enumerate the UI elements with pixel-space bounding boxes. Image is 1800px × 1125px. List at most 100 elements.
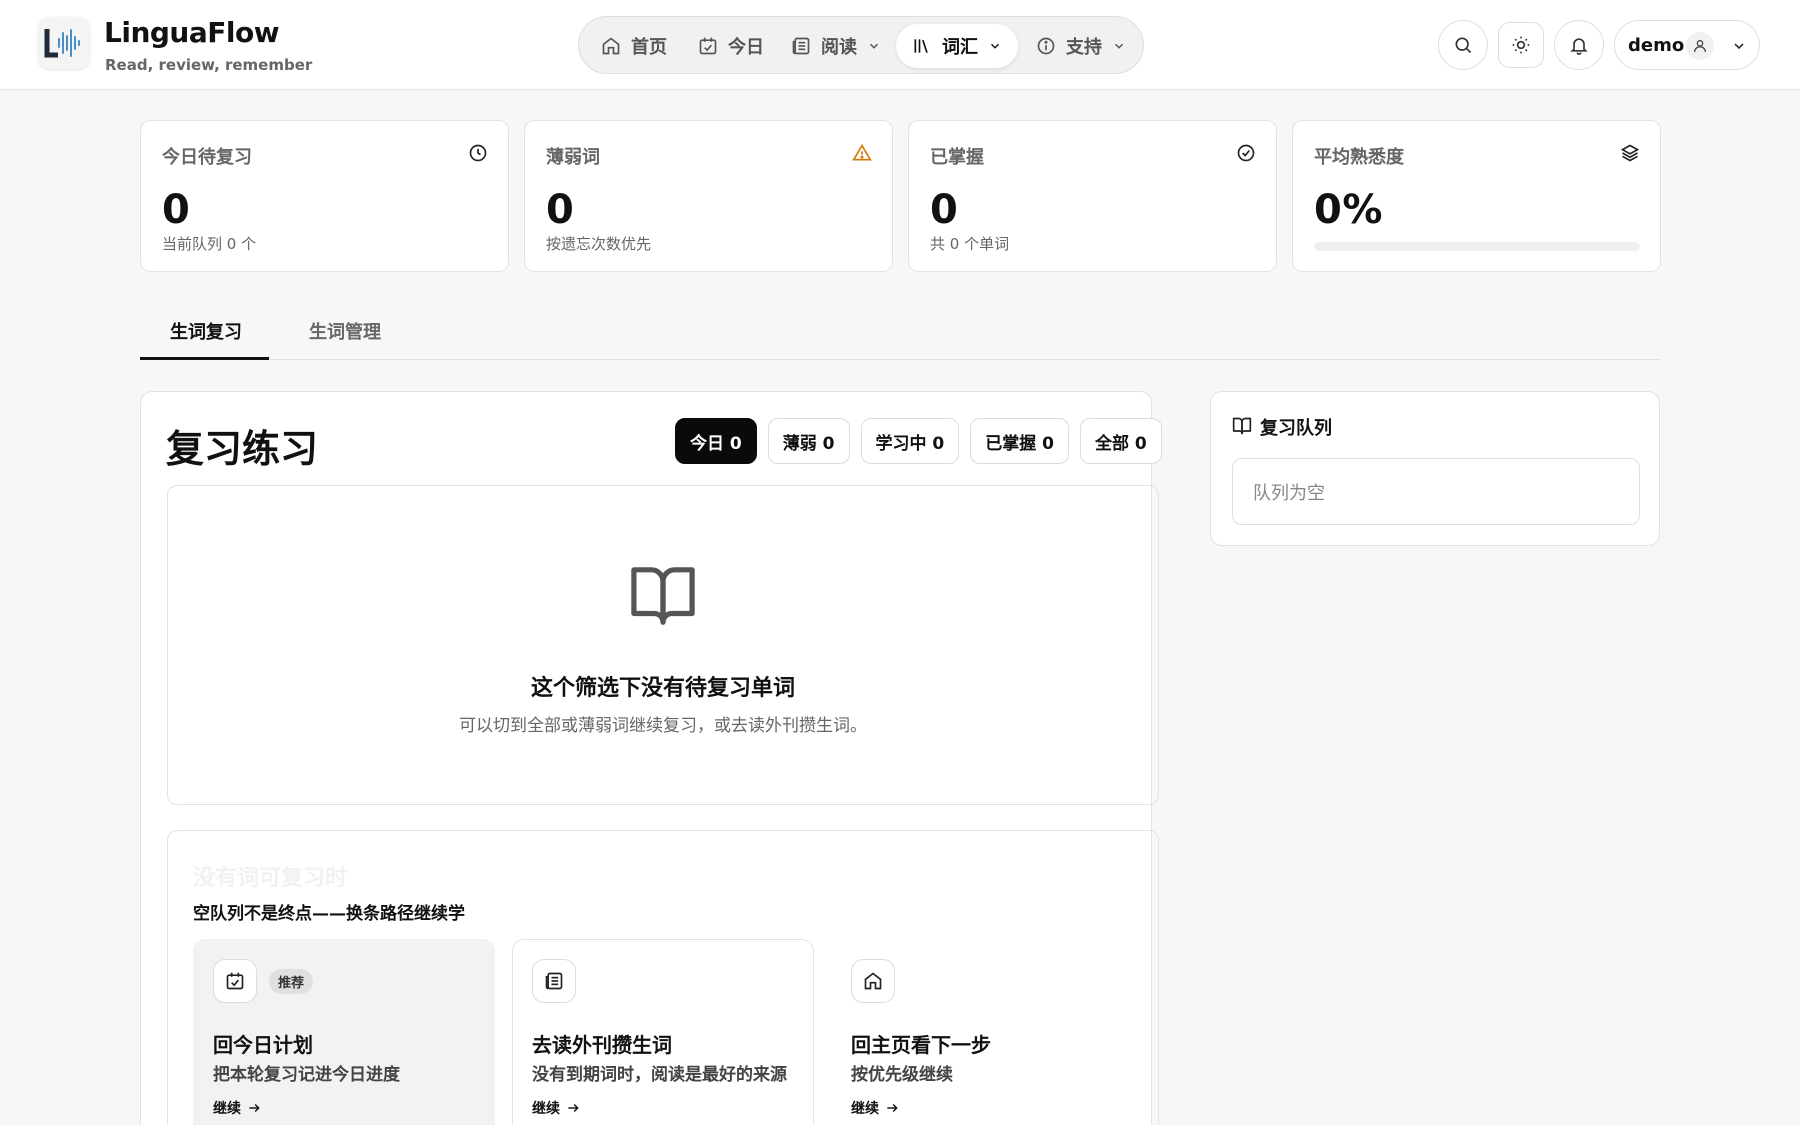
card-continue-link[interactable]: 继续 xyxy=(851,1098,899,1118)
tab-word-review[interactable]: 生词复习 xyxy=(170,318,242,344)
next-steps: 没有词可复习时 空队列不是终点——换条路径继续学 推荐 回今日计划 把本轮复习记… xyxy=(167,830,1159,1125)
user-menu-button[interactable]: demo xyxy=(1614,20,1760,70)
chevron-down-icon xyxy=(1114,43,1124,49)
nav-label-reading: 阅读 xyxy=(821,37,857,58)
card-icon xyxy=(851,959,895,1003)
filter-chips: 今日 0 薄弱 0 学习中 0 已掌握 0 全部 0 xyxy=(675,418,1162,464)
card-title: 回主页看下一步 xyxy=(851,1033,991,1057)
stat-note: 共 0 个单词 xyxy=(930,235,1010,253)
stat-title: 薄弱词 xyxy=(546,147,600,168)
newspaper-icon xyxy=(792,37,810,55)
open-book-icon xyxy=(1232,417,1252,435)
stat-title: 已掌握 xyxy=(930,147,984,168)
arrow-right-icon xyxy=(249,1103,260,1113)
sun-icon xyxy=(1512,36,1530,54)
nav-item-home[interactable]: 首页 xyxy=(597,24,671,68)
nav-item-vocabulary[interactable]: 词汇 xyxy=(896,24,1018,68)
filter-weak[interactable]: 薄弱 0 xyxy=(767,418,850,464)
brand-logo[interactable] xyxy=(38,17,90,69)
stat-card-due-today: 今日待复习 0 当前队列 0 个 xyxy=(140,120,509,272)
stat-value: 0 xyxy=(930,187,959,233)
clock-icon xyxy=(469,144,487,162)
page-title: 复习练习 xyxy=(166,427,319,471)
open-book-icon xyxy=(631,567,695,625)
card-read-articles[interactable]: 去读外刊攒生词 没有到期词时，阅读是最好的来源 继续 xyxy=(512,939,814,1125)
filter-today[interactable]: 今日 0 xyxy=(675,418,757,464)
card-title: 回今日计划 xyxy=(213,1033,313,1057)
newspaper-icon xyxy=(545,972,563,990)
nav-item-reading[interactable]: 阅读 xyxy=(787,24,885,68)
empty-state: 这个筛选下没有待复习单词 可以切到全部或薄弱词继续复习，或去读外刊攒生词。 xyxy=(167,485,1159,805)
logo-icon xyxy=(44,29,80,58)
queue-empty-message: 队列为空 xyxy=(1232,458,1640,525)
brand-name[interactable]: LinguaFlow xyxy=(104,16,280,49)
brand-tagline: Read, review, remember xyxy=(105,56,313,74)
stat-value: 0 xyxy=(546,187,575,233)
next-steps-subtitle: 空队列不是终点——换条路径继续学 xyxy=(193,904,465,924)
stat-card-mastered: 已掌握 0 共 0 个单词 xyxy=(908,120,1277,272)
info-icon xyxy=(1037,37,1055,55)
main-nav: 首页 今日 阅读 词汇 支持 xyxy=(578,16,1144,74)
queue-title: 复习队列 xyxy=(1260,418,1332,439)
notifications-button[interactable] xyxy=(1554,20,1604,70)
stat-note: 当前队列 0 个 xyxy=(162,235,257,253)
stat-note: 按遗忘次数优先 xyxy=(546,235,652,253)
familiarity-progress-bar xyxy=(1314,242,1640,251)
top-bar: LinguaFlow Read, review, remember 首页 今日 … xyxy=(0,0,1800,90)
card-icon xyxy=(213,959,257,1003)
next-steps-ghost-title: 没有词可复习时 xyxy=(193,866,348,891)
chevron-down-icon xyxy=(869,43,879,49)
nav-label-home: 首页 xyxy=(631,37,667,58)
active-tab-indicator xyxy=(140,357,269,360)
chevron-down-icon xyxy=(1734,43,1744,50)
card-description: 按优先级继续 xyxy=(851,1065,953,1085)
warning-icon xyxy=(852,143,872,161)
card-continue-link[interactable]: 继续 xyxy=(532,1098,580,1118)
nav-item-support[interactable]: 支持 xyxy=(1032,24,1130,68)
filter-learning[interactable]: 学习中 0 xyxy=(860,418,960,464)
home-icon xyxy=(864,972,882,990)
search-button[interactable] xyxy=(1438,20,1488,70)
tab-word-management[interactable]: 生词管理 xyxy=(309,318,381,344)
calendar-check-icon xyxy=(699,37,717,55)
avatar xyxy=(1686,32,1714,60)
review-queue-panel: 复习队列 队列为空 xyxy=(1210,391,1660,546)
recommended-badge: 推荐 xyxy=(269,969,314,994)
empty-state-subtitle: 可以切到全部或薄弱词继续复习，或去读外刊攒生词。 xyxy=(459,716,867,736)
nav-label-today: 今日 xyxy=(728,37,764,58)
stat-value: 0 xyxy=(162,187,191,233)
calendar-check-icon xyxy=(226,972,244,990)
card-cta-label: 继续 xyxy=(532,1101,560,1117)
filter-mastered[interactable]: 已掌握 0 xyxy=(970,418,1069,464)
stat-title: 平均熟悉度 xyxy=(1314,147,1404,168)
stat-title: 今日待复习 xyxy=(162,147,252,168)
layers-icon xyxy=(1620,144,1640,162)
nav-label-vocabulary: 词汇 xyxy=(942,37,978,58)
card-description: 把本轮复习记进今日进度 xyxy=(213,1065,400,1085)
arrow-right-icon xyxy=(568,1103,579,1113)
tab-divider xyxy=(140,359,1660,360)
library-icon xyxy=(914,39,928,53)
user-icon xyxy=(1694,40,1706,53)
card-cta-label: 继续 xyxy=(213,1101,241,1117)
card-continue-link[interactable]: 继续 xyxy=(213,1098,261,1118)
nav-item-today[interactable]: 今日 xyxy=(694,24,768,68)
stat-card-weak-words: 薄弱词 0 按遗忘次数优先 xyxy=(524,120,893,272)
user-name: demo xyxy=(1628,35,1685,56)
card-description: 没有到期词时，阅读是最好的来源 xyxy=(532,1065,787,1085)
search-icon xyxy=(1455,37,1472,54)
bell-icon xyxy=(1570,38,1588,55)
review-panel: 复习练习 今日 0 薄弱 0 学习中 0 已掌握 0 全部 0 这个筛选下没有待… xyxy=(140,391,1162,1125)
home-icon xyxy=(602,37,620,55)
card-home-next-step[interactable]: 回主页看下一步 按优先级继续 继续 xyxy=(831,939,1133,1125)
filter-all[interactable]: 全部 0 xyxy=(1080,418,1162,464)
stat-card-avg-familiarity: 平均熟悉度 0% xyxy=(1292,120,1661,272)
stat-value: 0% xyxy=(1314,187,1383,233)
card-icon xyxy=(532,959,576,1003)
card-today-plan[interactable]: 推荐 回今日计划 把本轮复习记进今日进度 继续 xyxy=(193,939,495,1125)
empty-state-title: 这个筛选下没有待复习单词 xyxy=(530,676,795,701)
theme-toggle-button[interactable] xyxy=(1498,22,1544,68)
nav-label-support: 支持 xyxy=(1066,37,1102,58)
chevron-down-icon xyxy=(990,43,1000,49)
arrow-right-icon xyxy=(887,1103,898,1113)
